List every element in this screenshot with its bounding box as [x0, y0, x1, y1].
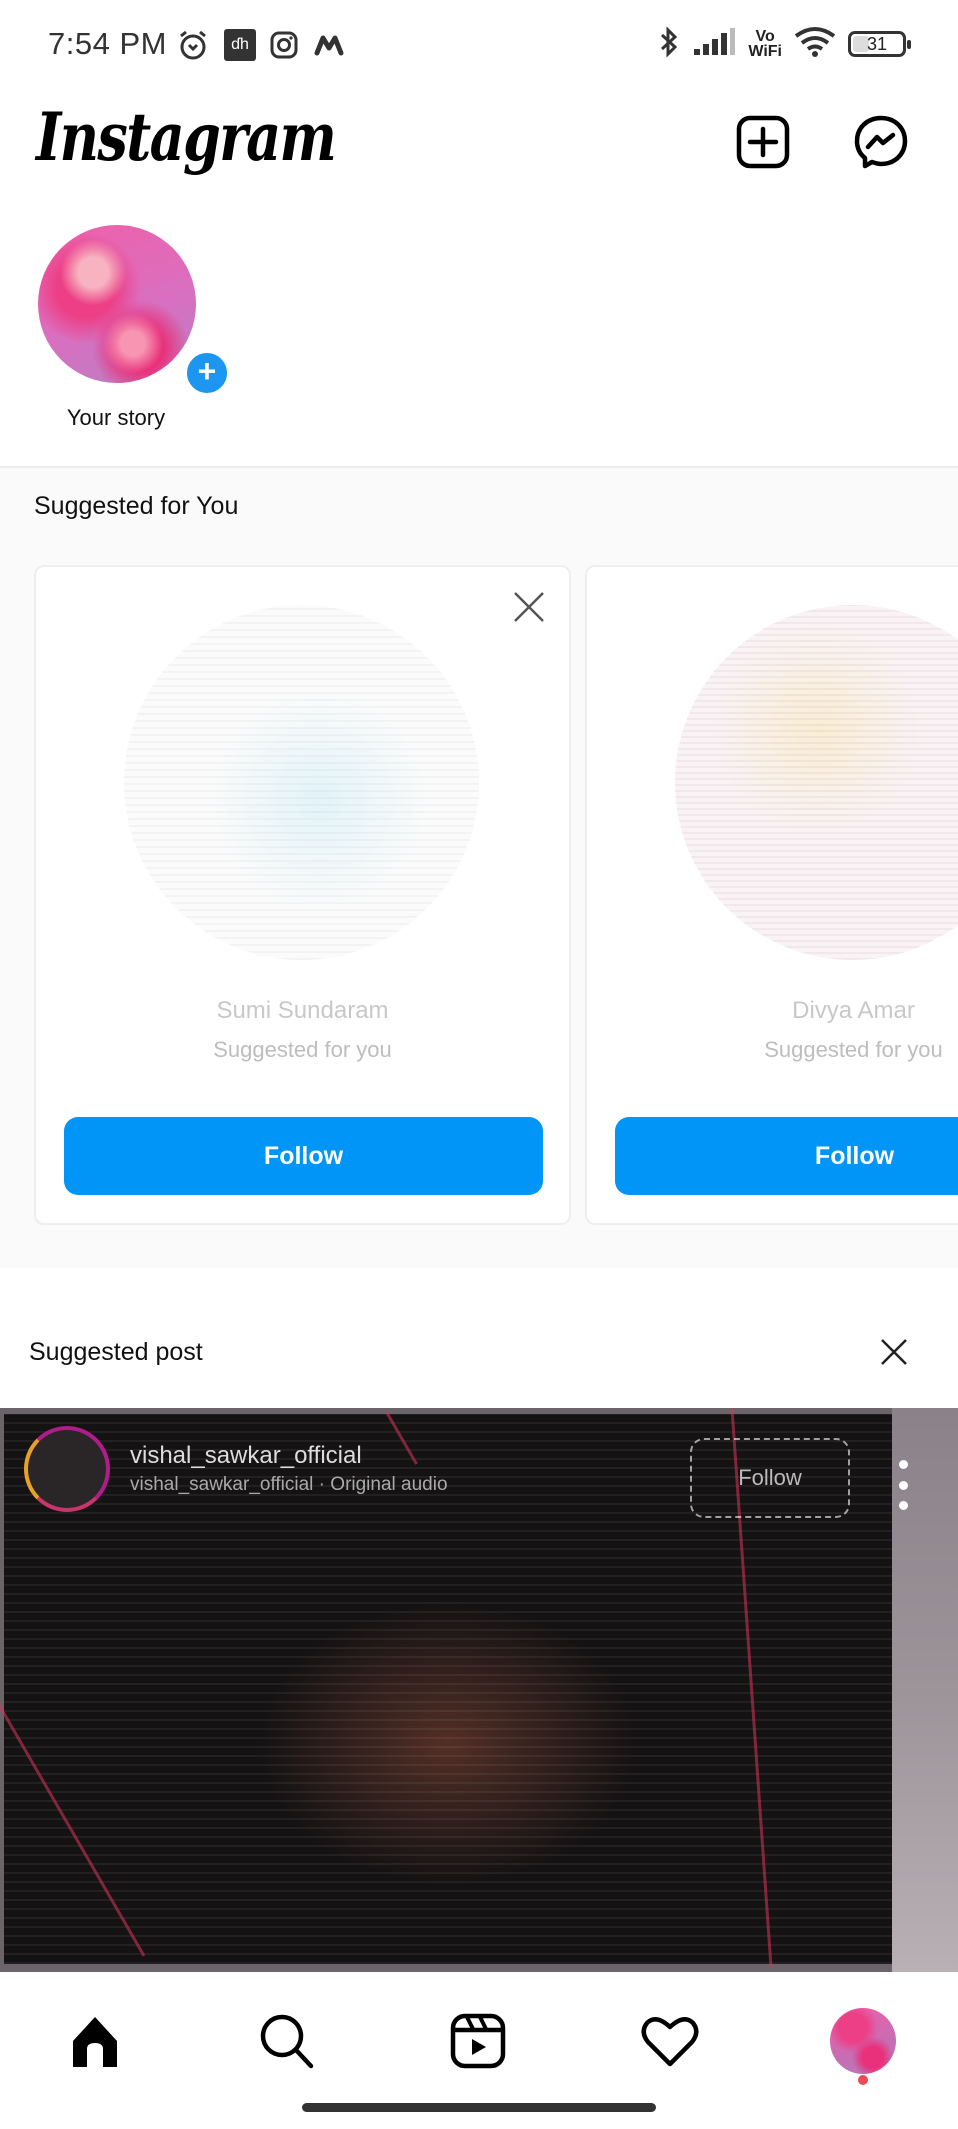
messenger-icon: [854, 115, 908, 169]
alarm-icon: [176, 28, 210, 62]
notification-dot: [858, 2075, 868, 2085]
suggested-for-you-section: Suggested for You Sumi Sundaram Suggeste…: [0, 468, 958, 1268]
search-icon: [260, 2014, 314, 2069]
bluetooth-icon: [658, 25, 680, 64]
suggestion-card[interactable]: Divya Amar Suggested for you Follow: [585, 565, 958, 1225]
stories-tray: + Your story: [0, 225, 958, 465]
suggestion-name[interactable]: Divya Amar: [587, 997, 958, 1025]
suggestion-avatar[interactable]: [675, 605, 958, 960]
home-indicator[interactable]: [302, 2103, 656, 2112]
follow-button[interactable]: Follow: [64, 1117, 543, 1195]
plus-square-icon: [736, 115, 790, 169]
battery-level: 31: [866, 33, 888, 54]
post-audio[interactable]: vishal_sawkar_official · Original audio: [130, 1474, 448, 1496]
status-bar: 7:54 PM ɗh Vo WiFi 31: [0, 0, 958, 90]
suggestion-name[interactable]: Sumi Sundaram: [36, 997, 569, 1025]
messenger-button[interactable]: [849, 110, 913, 174]
nav-profile[interactable]: [828, 2006, 898, 2076]
story-your-story[interactable]: + Your story: [36, 225, 232, 431]
post-author-avatar[interactable]: [24, 1426, 110, 1512]
story-label: Your story: [66, 405, 166, 430]
post-author-row: vishal_sawkar_official vishal_sawkar_off…: [24, 1426, 448, 1512]
status-right-icons: Vo WiFi 31: [658, 24, 911, 64]
heart-icon: [641, 2017, 699, 2067]
suggested-post-header: Suggested post: [0, 1300, 958, 1410]
more-options-icon[interactable]: [893, 1460, 913, 1510]
suggestion-avatar[interactable]: [124, 605, 479, 960]
nav-home[interactable]: [60, 2006, 130, 2076]
new-post-button[interactable]: [731, 110, 795, 174]
dismiss-icon[interactable]: [509, 587, 549, 627]
follow-button[interactable]: Follow: [615, 1117, 958, 1195]
suggestion-card[interactable]: Sumi Sundaram Suggested for you Follow: [34, 565, 571, 1225]
close-icon[interactable]: [874, 1332, 914, 1372]
signal-icon: [692, 27, 736, 62]
story-avatar[interactable]: [38, 225, 196, 383]
reels-icon: [450, 2013, 506, 2069]
post-follow-button[interactable]: Follow: [690, 1438, 850, 1518]
hotstar-label: ɗh: [231, 36, 249, 53]
post-author-info: vishal_sawkar_official vishal_sawkar_off…: [130, 1442, 448, 1496]
section-title: Suggested for You: [34, 492, 239, 520]
nav-activity[interactable]: [635, 2006, 705, 2076]
suggestion-subtitle: Suggested for you: [764, 1037, 943, 1062]
myntra-icon: [314, 28, 344, 62]
status-time: 7:54 PM: [48, 26, 167, 61]
nav-search[interactable]: [252, 2006, 322, 2076]
app-header: Instagram: [0, 92, 958, 202]
suggestion-subtitle: Suggested for you: [213, 1037, 392, 1062]
nav-reels[interactable]: [443, 2006, 513, 2076]
vowifi-bottom: WiFi: [748, 43, 782, 60]
bottom-navigation: [0, 1972, 958, 2129]
instagram-icon: [270, 28, 298, 62]
post-username[interactable]: vishal_sawkar_official: [130, 1442, 448, 1470]
instagram-logo[interactable]: Instagram: [36, 98, 337, 176]
vowifi-icon: Vo WiFi: [748, 29, 782, 60]
suggested-post-title: Suggested post: [29, 1338, 203, 1366]
wifi-icon: [794, 26, 836, 63]
add-story-button[interactable]: +: [182, 348, 232, 398]
home-icon: [73, 2017, 117, 2067]
profile-avatar: [830, 2008, 896, 2074]
suggested-post-media[interactable]: vishal_sawkar_official vishal_sawkar_off…: [0, 1408, 958, 1972]
battery-icon: 31: [848, 31, 911, 57]
disney-hotstar-icon: ɗh: [224, 29, 256, 61]
